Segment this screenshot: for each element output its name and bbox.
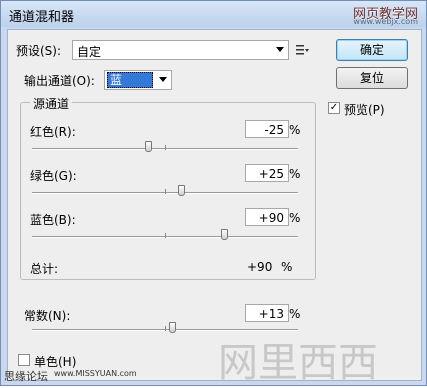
preset-value: 自定 xyxy=(77,45,102,59)
ok-button[interactable]: 确定 xyxy=(336,39,408,61)
watermark-site-url: www.webjx.com xyxy=(353,17,418,26)
green-label: 绿色(G): xyxy=(30,169,77,183)
red-unit: % xyxy=(289,123,301,137)
output-channel-select[interactable]: 蓝 xyxy=(104,70,172,90)
source-channels-title: 源通道 xyxy=(30,95,73,112)
blue-label: 蓝色(B): xyxy=(30,213,76,227)
reset-button[interactable]: 复位 xyxy=(336,67,408,89)
blue-slider-thumb[interactable] xyxy=(221,229,228,240)
constant-value-field[interactable]: +13 xyxy=(245,304,289,322)
monochrome-checkbox[interactable] xyxy=(18,354,30,366)
window-title: 通道混和器 xyxy=(9,10,75,25)
preset-select[interactable]: 自定 xyxy=(72,40,289,60)
list-menu-icon[interactable] xyxy=(296,44,310,56)
title-bar[interactable]: 通道混和器 网页教学网 www.webjx.com xyxy=(1,1,426,27)
red-slider-center-tick xyxy=(165,145,166,150)
green-slider-thumb[interactable] xyxy=(178,185,185,196)
red-value-field[interactable]: -25 xyxy=(245,120,289,138)
output-channel-label: 输出通道(O): xyxy=(24,74,95,88)
output-channel-value: 蓝 xyxy=(107,72,154,88)
watermark-logo: 网里西西 xyxy=(218,340,378,386)
red-slider-thumb[interactable] xyxy=(145,141,152,152)
green-unit: % xyxy=(289,167,301,181)
watermark-forum-name: 思缘论坛 xyxy=(4,370,48,383)
green-slider-center-tick xyxy=(165,189,166,194)
watermark-forum-url: www.MISSYUAN.com xyxy=(54,369,137,378)
constant-slider-center-tick xyxy=(165,326,166,331)
channel-mixer-window: 通道混和器 网页教学网 www.webjx.com 预设(S): 自定 输出通道… xyxy=(0,0,427,386)
total-value: +90 xyxy=(247,260,273,274)
blue-slider-center-tick xyxy=(165,233,166,238)
total-label: 总计: xyxy=(30,262,59,276)
chevron-down-icon xyxy=(159,77,167,82)
preview-label: 预览(P) xyxy=(344,103,385,117)
constant-slider-thumb[interactable] xyxy=(169,322,176,333)
blue-unit: % xyxy=(289,211,301,225)
red-label: 红色(R): xyxy=(30,125,76,139)
preset-label: 预设(S): xyxy=(16,44,62,58)
chevron-down-icon xyxy=(276,47,284,52)
blue-value-field[interactable]: +90 xyxy=(245,208,289,226)
total-unit: % xyxy=(281,260,293,274)
constant-unit: % xyxy=(289,307,301,321)
constant-label: 常数(N): xyxy=(24,309,71,323)
preview-checkbox[interactable]: ✓ xyxy=(328,102,340,114)
green-value-field[interactable]: +25 xyxy=(245,164,289,182)
dialog-body: 预设(S): 自定 输出通道(O): 蓝 确定 复位 ✓ 预览(P) 源通道 红… xyxy=(4,29,422,386)
